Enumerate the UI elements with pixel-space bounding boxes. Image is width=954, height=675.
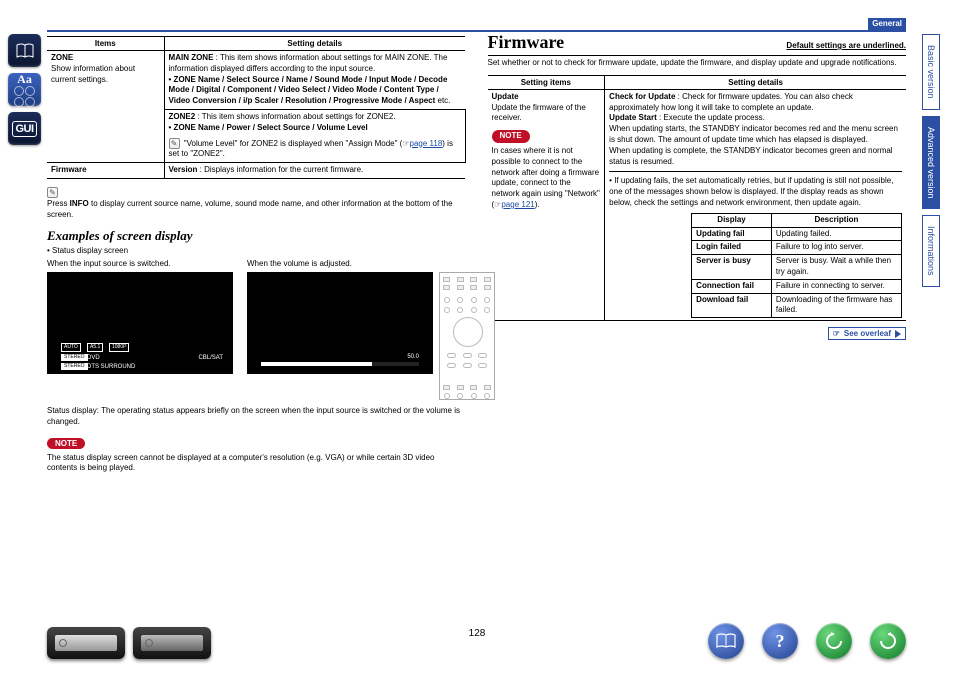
right-column: Firmware Default settings are underlined… bbox=[488, 36, 907, 474]
text-size-icon[interactable]: Aa bbox=[8, 73, 41, 106]
td-zone2: ZONE2 : This item shows information abou… bbox=[164, 109, 465, 162]
example-1: When the input source is switched. AUTO … bbox=[47, 259, 233, 374]
receiver-front-button[interactable] bbox=[47, 627, 125, 659]
side-tabs: Basic version Advanced version Informati… bbox=[916, 34, 946, 293]
footer: 128 ? bbox=[0, 615, 954, 665]
footer-prev-icon[interactable] bbox=[816, 623, 852, 659]
note-pill: NOTE bbox=[492, 130, 530, 143]
tab-advanced[interactable]: Advanced version bbox=[922, 116, 940, 210]
td-zone-item: ZONE Show information about current sett… bbox=[47, 51, 164, 163]
td-update-details: Check for Update : Check for firmware up… bbox=[605, 89, 906, 320]
content-columns: Items Setting details ZONE Show informat… bbox=[47, 36, 906, 474]
display-1: AUTO A5.1 1080P STEREO DVD CBL/SAT STERE… bbox=[47, 272, 233, 374]
example-2: When the volume is adjusted. 50.0 bbox=[247, 259, 495, 400]
left-column: Items Setting details ZONE Show informat… bbox=[47, 36, 466, 474]
th-details: Setting details bbox=[164, 37, 465, 51]
section-label: General bbox=[868, 18, 906, 30]
note-body: The status display screen cannot be disp… bbox=[47, 453, 466, 475]
status-note: Status display: The operating status app… bbox=[47, 406, 466, 428]
td-firmware-ver: Version : Displays information for the c… bbox=[164, 163, 465, 179]
info-paragraph: ✎ Press INFO to display current source n… bbox=[47, 187, 466, 220]
firmware-msg-table: DisplayDescription Updating failUpdating… bbox=[691, 213, 902, 318]
book-icon[interactable] bbox=[8, 34, 41, 67]
tab-informations[interactable]: Informations bbox=[922, 215, 940, 287]
link-p121[interactable]: page 121 bbox=[501, 200, 534, 209]
note-pill: NOTE bbox=[47, 438, 85, 449]
footer-help-icon[interactable]: ? bbox=[762, 623, 798, 659]
th-set-details: Setting details bbox=[605, 75, 906, 89]
receiver-rear-button[interactable] bbox=[133, 627, 211, 659]
footer-book-icon[interactable] bbox=[708, 623, 744, 659]
gui-icon[interactable]: GUI bbox=[8, 112, 41, 145]
firmware-table: Setting items Setting details Update Upd… bbox=[488, 75, 907, 321]
th-items: Items bbox=[47, 37, 164, 51]
examples-bullet: • Status display screen bbox=[47, 246, 466, 257]
footer-next-icon[interactable] bbox=[870, 623, 906, 659]
footer-right: ? bbox=[708, 623, 906, 659]
left-icon-column: Aa GUI bbox=[8, 34, 42, 145]
link-p118[interactable]: page 118 bbox=[410, 139, 443, 148]
td-mainzone: MAIN ZONE : This item shows information … bbox=[164, 51, 465, 110]
examples-row: When the input source is switched. AUTO … bbox=[47, 259, 466, 400]
td-update-item: Update Update the firmware of the receiv… bbox=[488, 89, 605, 320]
tab-basic[interactable]: Basic version bbox=[922, 34, 940, 110]
remote-control bbox=[439, 272, 495, 400]
pencil-icon: ✎ bbox=[47, 187, 58, 198]
see-overleaf[interactable]: See overleaf bbox=[828, 327, 906, 340]
display-2: 50.0 bbox=[247, 272, 433, 374]
th-set-items: Setting items bbox=[488, 75, 605, 89]
firmware-heading: Firmware Default settings are underlined… bbox=[488, 32, 907, 53]
footer-left bbox=[47, 627, 211, 659]
firmware-intro: Set whether or not to check for firmware… bbox=[488, 58, 907, 69]
td-firmware-item: Firmware bbox=[47, 163, 164, 179]
examples-heading: Examples of screen display bbox=[47, 228, 466, 244]
zone-table: Items Setting details ZONE Show informat… bbox=[47, 36, 466, 179]
pencil-icon: ✎ bbox=[169, 138, 180, 149]
